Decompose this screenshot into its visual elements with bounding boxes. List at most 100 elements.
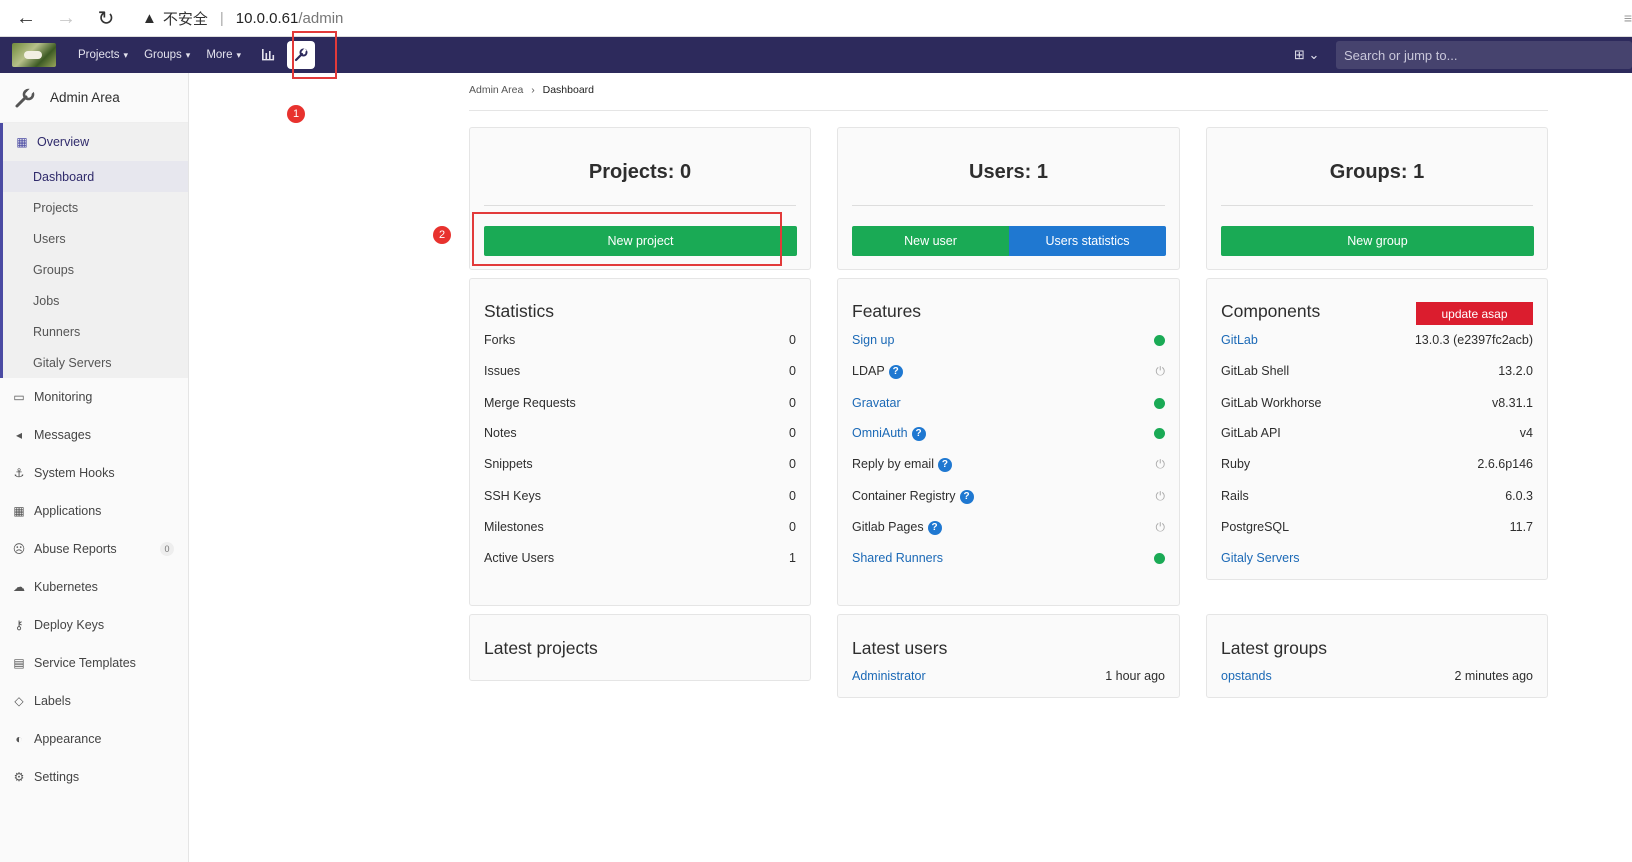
overview-icon: ▦ — [16, 135, 28, 149]
latest-groups-card: Latest groups opstands 2 minutes ago — [1206, 614, 1548, 698]
sidebar-item-kubernetes[interactable]: ☁ Kubernetes — [0, 568, 188, 606]
component-link[interactable]: Gitaly Servers — [1221, 551, 1300, 565]
sidebar-item-label: System Hooks — [34, 466, 115, 480]
breadcrumb-parent[interactable]: Admin Area — [469, 84, 523, 96]
activity-chart-button[interactable] — [261, 47, 275, 64]
sidebar-item-label: Appearance — [34, 732, 102, 746]
help-icon[interactable]: ? — [937, 457, 952, 472]
sidebar-item-dashboard[interactable]: Dashboard — [3, 161, 188, 192]
breadcrumb-current[interactable]: Dashboard — [543, 84, 594, 96]
stat-label: Notes — [484, 426, 517, 440]
sidebar-item-appearance[interactable]: ◐ Appearance — [0, 720, 188, 758]
feature-link[interactable]: Sign up — [852, 333, 894, 347]
logo[interactable] — [12, 43, 56, 67]
stat-row: Active Users 1 — [484, 548, 796, 568]
insecure-label: 不安全 — [162, 10, 208, 28]
sidebar-item-settings[interactable]: ⚙ Settings — [0, 758, 188, 796]
users-count: Users: 1 — [969, 161, 1048, 183]
annotation-box-2 — [472, 212, 782, 266]
sidebar-item-deploy-keys[interactable]: ⚷ Deploy Keys — [0, 606, 188, 644]
groups-menu[interactable]: Groups ▾ — [144, 49, 190, 61]
component-link[interactable]: GitLab — [1221, 333, 1258, 347]
help-icon[interactable]: ? — [911, 426, 926, 441]
component-label: GitLab API — [1221, 426, 1281, 440]
sidebar-item-gitaly-servers[interactable]: Gitaly Servers — [3, 347, 188, 378]
sidebar-item-users[interactable]: Users — [3, 223, 188, 254]
projects-menu[interactable]: Projects ▾ — [78, 49, 128, 61]
sidebar-item-labels[interactable]: ◇ Labels — [0, 682, 188, 720]
latest-group-row: opstands 2 minutes ago — [1221, 666, 1533, 686]
component-version: 6.0.3 — [1505, 489, 1533, 503]
sidebar-item-abuse-reports[interactable]: ☹ Abuse Reports 0 — [0, 530, 188, 568]
stat-label: SSH Keys — [484, 489, 541, 503]
latest-projects-card: Latest projects — [469, 614, 811, 681]
sidebar-item-projects[interactable]: Projects — [3, 192, 188, 223]
gitlab-header: Projects ▾ Groups ▾ More ▾ ⊞ ⌄ — [0, 37, 1632, 73]
reload-button[interactable]: ↻ — [92, 4, 120, 32]
stat-row: Merge Requests 0 — [484, 393, 796, 413]
users-statistics-button[interactable]: Users statistics — [1009, 226, 1166, 256]
search-input[interactable] — [1336, 41, 1632, 69]
forward-button[interactable]: → — [52, 4, 80, 32]
new-group-button[interactable]: New group — [1221, 226, 1534, 256]
sidebar-item-system-hooks[interactable]: ⚓ System Hooks — [0, 454, 188, 492]
component-label: PostgreSQL — [1221, 520, 1290, 534]
feature-row: OmniAuth? — [852, 423, 1165, 443]
group-time: 2 minutes ago — [1454, 669, 1533, 683]
annotation-marker-2: 2 — [433, 226, 451, 244]
component-version: 11.7 — [1509, 520, 1533, 534]
help-icon[interactable]: ? — [888, 364, 903, 379]
browser-toolbar: ← → ↻ ▲ 不安全 | 10.0.0.61/admin ≡ — [0, 0, 1632, 37]
feature-label: LDAP — [852, 363, 885, 378]
user-link[interactable]: Administrator — [852, 669, 926, 683]
enabled-indicator-icon — [1154, 397, 1165, 409]
sidebar-item-messages[interactable]: ◂ Messages — [0, 416, 188, 454]
url-host: 10.0.0.61 — [235, 9, 299, 27]
sidebar-item-label: Kubernetes — [34, 580, 98, 594]
chevron-down-icon: ▾ — [123, 49, 129, 60]
power-off-icon: ⏻ — [1155, 488, 1166, 503]
feature-row: Container Registry? ⏻ — [852, 486, 1165, 506]
new-user-button[interactable]: New user — [852, 226, 1009, 256]
sidebar-item-groups[interactable]: Groups — [3, 254, 188, 285]
feature-link[interactable]: Shared Runners — [852, 551, 943, 565]
stat-value: 0 — [789, 457, 796, 471]
new-dropdown-button[interactable]: ⊞ ⌄ — [1294, 47, 1319, 63]
abuse-icon: ☹ — [12, 542, 26, 556]
features-card: Features Sign up LDAP? ⏻ Gravatar OmniAut… — [837, 278, 1180, 606]
group-link[interactable]: opstands — [1221, 669, 1272, 683]
help-icon[interactable]: ? — [927, 520, 942, 535]
feature-link[interactable]: Gravatar — [852, 396, 901, 410]
url-separator: | — [219, 9, 224, 27]
feature-link[interactable]: OmniAuth — [852, 426, 908, 440]
divider — [1221, 205, 1533, 206]
address-bar[interactable]: ▲ 不安全 | 10.0.0.61/admin — [142, 8, 343, 29]
key-icon: ⚷ — [14, 618, 24, 632]
component-version: 2.6.6p146 — [1477, 457, 1533, 471]
sidebar-item-service-templates[interactable]: ▤ Service Templates — [0, 644, 188, 682]
feature-label: Reply by email — [852, 456, 934, 471]
more-menu[interactable]: More ▾ — [206, 49, 241, 61]
enabled-indicator-icon — [1154, 427, 1165, 439]
groups-count: Groups: 1 — [1329, 161, 1425, 183]
sidebar-item-runners[interactable]: Runners — [3, 316, 188, 347]
stat-row: Notes 0 — [484, 423, 796, 443]
sidebar-item-label: Messages — [34, 428, 91, 442]
sidebar-header[interactable]: Admin Area — [0, 73, 188, 123]
divider — [469, 110, 1548, 111]
megaphone-icon: ◂ — [15, 428, 23, 442]
sidebar-item-jobs[interactable]: Jobs — [3, 285, 188, 316]
statistics-card: Statistics Forks 0 Issues 0 Merge Requests… — [469, 278, 811, 606]
abuse-count-badge: 0 — [160, 542, 174, 556]
sidebar-item-label: Overview — [37, 135, 90, 149]
sidebar-item-overview[interactable]: ▦ Overview — [3, 123, 188, 161]
back-button[interactable]: ← — [12, 4, 40, 32]
component-row: Rails 6.0.3 — [1221, 486, 1533, 506]
extension-icon[interactable]: ≡ — [1624, 10, 1632, 26]
sidebar-item-monitoring[interactable]: ▭ Monitoring — [0, 378, 188, 416]
stat-label: Milestones — [484, 520, 544, 534]
user-time: 1 hour ago — [1105, 669, 1165, 683]
update-asap-badge[interactable]: update asap — [1416, 302, 1533, 325]
help-icon[interactable]: ? — [959, 489, 974, 504]
sidebar-item-applications[interactable]: ▦ Applications — [0, 492, 188, 530]
